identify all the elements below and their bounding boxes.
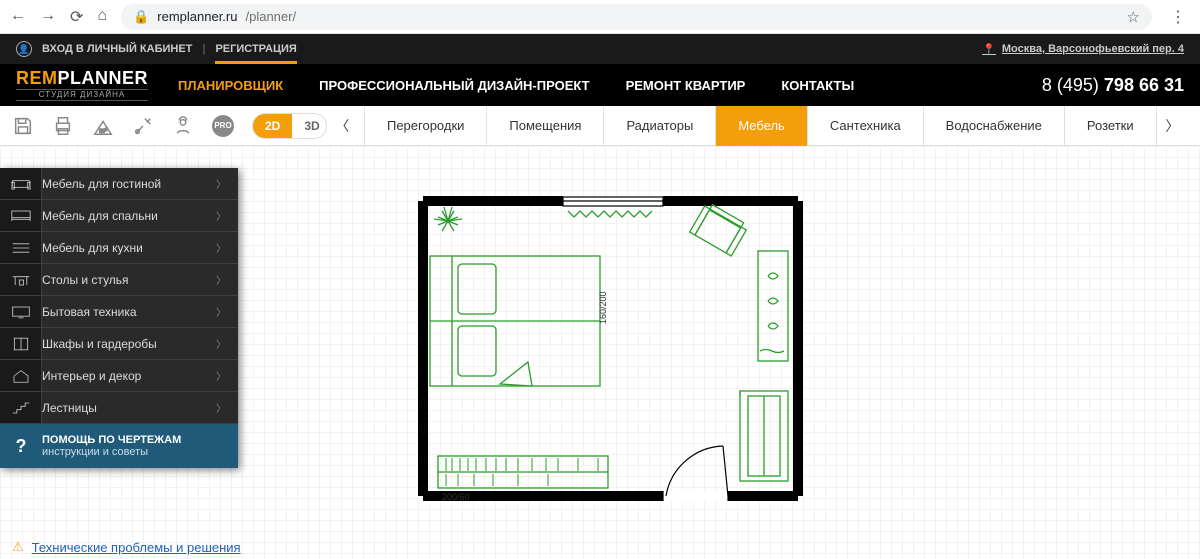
chevron-right-icon: 〉 [204,336,238,351]
sidebar-item-tables[interactable]: Столы и стулья〉 [0,264,238,296]
tab-water[interactable]: Водоснабжение [923,106,1064,146]
table-icon [0,264,42,295]
warning-icon: ⚠ [12,539,24,555]
home-icon[interactable]: ⌂ [97,7,107,27]
area-icon[interactable]: m² [92,115,114,137]
tab-plumbing[interactable]: Сантехника [807,106,923,146]
sidebar-item-decor[interactable]: Интерьер и декор〉 [0,360,238,392]
wardrobe-icon [0,328,42,359]
print-icon[interactable] [52,115,74,137]
sidebar-item-appliances[interactable]: Бытовая техника〉 [0,296,238,328]
chevron-right-icon: 〉 [204,400,238,415]
tv-icon [0,296,42,327]
bookmark-icon[interactable]: ☆ [1127,8,1140,26]
view-3d[interactable]: 3D [292,114,326,138]
chevron-right-icon: 〉 [204,176,238,191]
tab-rooms[interactable]: Помещения [486,106,603,146]
main-nav: REMPLANNER СТУДИЯ ДИЗАЙНА ПЛАНИРОВЩИК ПР… [0,64,1200,106]
furniture-sidebar: Мебель для гостиной〉 Мебель для спальни〉… [0,168,238,468]
menu-icon[interactable]: ⋮ [1166,7,1190,27]
sidebar-item-wardrobes[interactable]: Шкафы и гардеробы〉 [0,328,238,360]
user-icon: 👤 [16,41,32,57]
sidebar-item-stairs[interactable]: Лестницы〉 [0,392,238,424]
url-path: /planner/ [245,9,296,24]
back-icon[interactable]: ← [10,7,26,27]
worker-icon[interactable] [172,115,194,137]
chevron-right-icon: 〉 [204,208,238,223]
bed-icon [0,200,42,231]
chevron-right-icon: 〉 [204,240,238,255]
chevron-right-icon: 〉 [204,368,238,383]
sidebar-help[interactable]: ? ПОМОЩЬ ПО ЧЕРТЕЖАМ инструкции и советы [0,424,238,468]
forward-icon[interactable]: → [40,7,56,27]
tabs-next-icon[interactable]: 〉 [1157,116,1188,136]
view-toggle: 2D 3D [252,113,327,139]
phone-number[interactable]: 8 (495) 798 66 31 [1042,75,1184,96]
toolbar: m² PRO 2D 3D 〈 Перегородки Помещения Рад… [0,106,1200,146]
nav-contacts[interactable]: КОНТАКТЫ [781,78,854,93]
svg-text:m²: m² [99,127,107,134]
help-icon: ? [0,436,42,457]
tab-partitions[interactable]: Перегородки [364,106,486,146]
reload-icon[interactable]: ⟳ [70,7,83,27]
tabs-prev-icon[interactable]: 〈 [327,116,358,136]
register-link[interactable]: РЕГИСТРАЦИЯ [215,43,296,64]
save-icon[interactable] [12,115,34,137]
login-link[interactable]: ВХОД В ЛИЧНЫЙ КАБИНЕТ [42,43,192,55]
kitchen-icon [0,232,42,263]
floorplan[interactable]: 160/200 200/60 [418,196,818,541]
canvas[interactable]: Мебель для гостиной〉 Мебель для спальни〉… [0,146,1200,559]
address-bar[interactable]: 🔒 remplanner.ru/planner/ ☆ [121,4,1152,30]
lock-icon: 🔒 [133,9,149,25]
address-link[interactable]: 📍 Москва, Варсонофьевский пер. 4 [982,43,1184,56]
footer-warning[interactable]: ⚠ Технические проблемы и решения [12,539,241,555]
tab-sockets[interactable]: Розетки [1064,106,1157,146]
browser-chrome: ← → ⟳ ⌂ 🔒 remplanner.ru/planner/ ☆ ⋮ [0,0,1200,34]
stairs-icon [0,392,42,423]
view-2d[interactable]: 2D [253,114,292,138]
category-tabs: Перегородки Помещения Радиаторы Мебель С… [364,106,1157,146]
tools-icon[interactable] [132,115,154,137]
bed-dimension: 160/200 [598,291,608,324]
tab-radiators[interactable]: Радиаторы [603,106,715,146]
location-icon: 📍 [982,43,996,56]
shelf-dimension: 200/60 [442,492,470,502]
sidebar-item-bedroom[interactable]: Мебель для спальни〉 [0,200,238,232]
sidebar-item-kitchen[interactable]: Мебель для кухни〉 [0,232,238,264]
sidebar-item-living[interactable]: Мебель для гостиной〉 [0,168,238,200]
logo[interactable]: REMPLANNER СТУДИЯ ДИЗАЙНА [16,69,148,101]
nav-design[interactable]: ПРОФЕССИОНАЛЬНЫЙ ДИЗАЙН-ПРОЕКТ [319,78,589,93]
nav-planner[interactable]: ПЛАНИРОВЩИК [178,78,283,93]
sofa-icon [0,168,42,199]
pro-badge[interactable]: PRO [212,115,234,137]
chevron-right-icon: 〉 [204,304,238,319]
nav-renovation[interactable]: РЕМОНТ КВАРТИР [626,78,746,93]
house-icon [0,360,42,391]
account-bar: 👤 ВХОД В ЛИЧНЫЙ КАБИНЕТ | РЕГИСТРАЦИЯ 📍 … [0,34,1200,64]
url-domain: remplanner.ru [157,9,237,24]
tab-furniture[interactable]: Мебель [715,106,807,146]
chevron-right-icon: 〉 [204,272,238,287]
